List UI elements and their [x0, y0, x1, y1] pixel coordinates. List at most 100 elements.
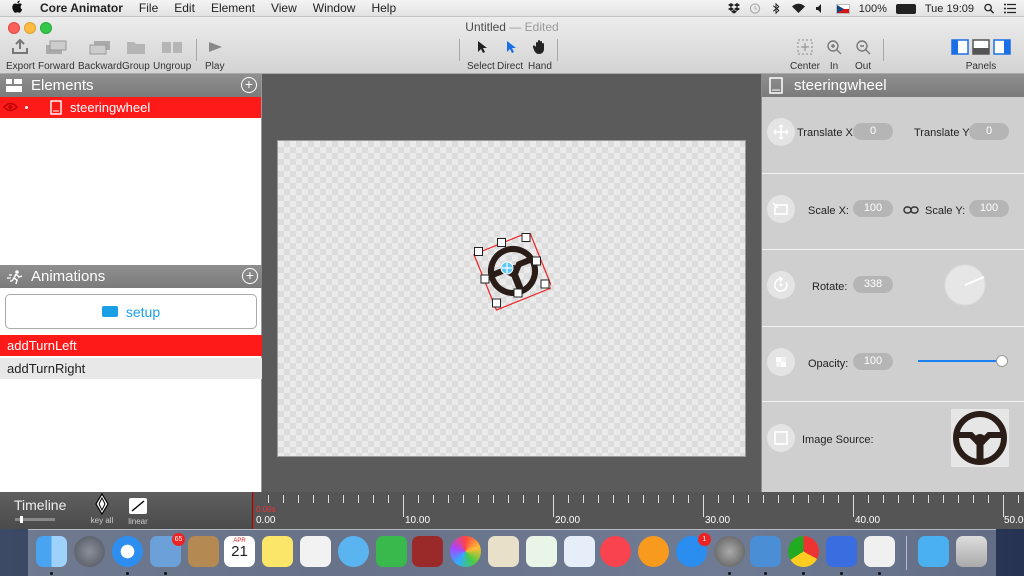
volume-icon[interactable] — [815, 3, 827, 14]
spotlight-icon[interactable] — [983, 3, 995, 14]
battery-percent[interactable]: 100% — [859, 3, 887, 15]
link-scale-icon[interactable] — [903, 205, 919, 215]
timeline-ruler[interactable]: 0.00s 0.00 10.00 20.00 30.00 40.00 50.00 — [252, 492, 1024, 529]
chrome-icon[interactable] — [788, 536, 819, 567]
photo-booth-icon[interactable] — [412, 536, 443, 567]
battery-icon[interactable] — [895, 3, 916, 14]
menu-file[interactable]: File — [131, 1, 166, 15]
numbers-icon[interactable] — [526, 536, 557, 567]
downloads-folder-icon[interactable] — [918, 536, 949, 567]
simulator-icon[interactable] — [826, 536, 857, 567]
trash-icon[interactable] — [956, 536, 987, 567]
direct-tool-button[interactable]: Direct — [497, 37, 523, 72]
time-machine-icon[interactable] — [749, 3, 761, 14]
eye-icon[interactable] — [3, 102, 18, 112]
notes-icon[interactable] — [262, 536, 293, 567]
stage-canvas[interactable] — [277, 140, 746, 457]
group-button[interactable]: Group — [122, 37, 150, 72]
mail-icon[interactable]: 65 — [150, 533, 185, 567]
timeline-zoom-slider[interactable] — [15, 516, 55, 523]
bluetooth-icon[interactable] — [770, 3, 782, 14]
opacity-field[interactable]: 100 — [853, 353, 893, 370]
app-store-icon[interactable]: 1 — [676, 533, 711, 567]
translate-y-field[interactable]: 0 — [969, 123, 1009, 140]
lock-dot-icon[interactable] — [25, 106, 28, 109]
reminders-icon[interactable] — [300, 536, 331, 567]
finder-icon[interactable] — [36, 536, 67, 567]
steeringwheel-selection[interactable] — [471, 233, 551, 313]
contacts-icon[interactable] — [188, 536, 219, 567]
apple-menu-icon[interactable] — [0, 0, 34, 16]
animation-row-add-turn-right[interactable]: addTurnRight — [0, 358, 262, 379]
scale-x-label: Scale X: — [808, 205, 849, 217]
photos-icon[interactable] — [450, 536, 481, 567]
launchpad-icon[interactable] — [74, 536, 105, 567]
scale-x-field[interactable]: 100 — [853, 200, 893, 217]
select-tool-button[interactable]: Select — [467, 37, 495, 72]
clock[interactable]: Tue 19:09 — [925, 3, 974, 15]
messages-icon[interactable] — [338, 536, 369, 567]
dropbox-icon[interactable] — [727, 3, 740, 14]
ibooks-icon[interactable] — [638, 536, 669, 567]
wifi-icon[interactable] — [791, 3, 806, 14]
zoom-in-button[interactable]: In — [826, 37, 842, 72]
pages-icon[interactable] — [488, 536, 519, 567]
rotate-field[interactable]: 338 — [853, 276, 893, 293]
export-button[interactable]: Export — [6, 37, 35, 72]
center-button[interactable]: Center — [790, 37, 820, 72]
opacity-slider-track[interactable] — [918, 355, 1008, 367]
menu-view[interactable]: View — [263, 1, 305, 15]
key-all-button[interactable]: key all — [90, 492, 114, 525]
inspector-title: steeringwheel — [794, 77, 887, 94]
forward-button[interactable]: Forward — [38, 37, 75, 72]
opacity-slider-knob[interactable] — [996, 355, 1008, 367]
ungroup-button[interactable]: Ungroup — [153, 37, 191, 72]
inspector-header: steeringwheel — [762, 74, 1024, 97]
xcode-icon[interactable] — [750, 536, 781, 567]
panels-toggle[interactable]: Panels — [951, 37, 1011, 72]
timeline-zoom-knob[interactable] — [20, 516, 23, 523]
menu-window[interactable]: Window — [305, 1, 364, 15]
play-button[interactable]: Play — [205, 37, 224, 72]
send-backward-icon — [89, 41, 110, 55]
steering-wheel-icon — [953, 411, 1007, 465]
keynote-icon[interactable] — [564, 536, 595, 567]
notification-center-icon[interactable] — [1004, 3, 1016, 14]
bottom-panel-icon[interactable] — [972, 37, 990, 57]
left-panel-icon[interactable] — [951, 37, 969, 57]
add-element-button[interactable]: + — [241, 77, 257, 93]
calendar-icon[interactable]: APR 21 — [224, 536, 255, 567]
menu-app-name[interactable]: Core Animator — [34, 1, 131, 15]
menu-help[interactable]: Help — [363, 1, 404, 15]
anchor-point-icon[interactable] — [500, 261, 514, 275]
scale-y-field[interactable]: 100 — [969, 200, 1009, 217]
backward-button[interactable]: Backward — [78, 37, 122, 72]
ungroup-icon — [162, 42, 183, 53]
system-preferences-icon[interactable] — [714, 536, 745, 567]
image-source-thumbnail[interactable] — [951, 409, 1009, 467]
ruler-tick — [373, 495, 374, 503]
animation-label: addTurnLeft — [7, 338, 77, 353]
add-animation-button[interactable]: + — [242, 268, 258, 284]
safari-icon[interactable] — [112, 536, 143, 567]
zoom-out-button[interactable]: Out — [855, 37, 871, 72]
translate-x-field[interactable]: 0 — [853, 123, 893, 140]
setup-button[interactable]: setup — [5, 294, 257, 329]
playhead[interactable] — [253, 492, 254, 529]
hand-tool-button[interactable]: Hand — [528, 37, 552, 72]
itunes-icon[interactable] — [600, 536, 631, 567]
right-panel-icon[interactable] — [993, 37, 1011, 57]
ruler-label: 30.00 — [705, 515, 731, 526]
flag-czech-icon[interactable] — [835, 3, 850, 14]
core-animator-icon[interactable] — [864, 536, 895, 567]
linear-easing-button[interactable]: linear — [127, 497, 149, 526]
center-label: Center — [790, 61, 821, 72]
animation-row-add-turn-left[interactable]: addTurnLeft — [0, 335, 262, 356]
rotation-dial[interactable] — [944, 264, 986, 306]
opacity-label: Opacity: — [808, 358, 849, 370]
canvas-area[interactable] — [263, 74, 761, 492]
menu-element[interactable]: Element — [203, 1, 263, 15]
element-row-steeringwheel[interactable]: steeringwheel — [0, 97, 261, 118]
menu-edit[interactable]: Edit — [166, 1, 203, 15]
facetime-icon[interactable] — [376, 536, 407, 567]
